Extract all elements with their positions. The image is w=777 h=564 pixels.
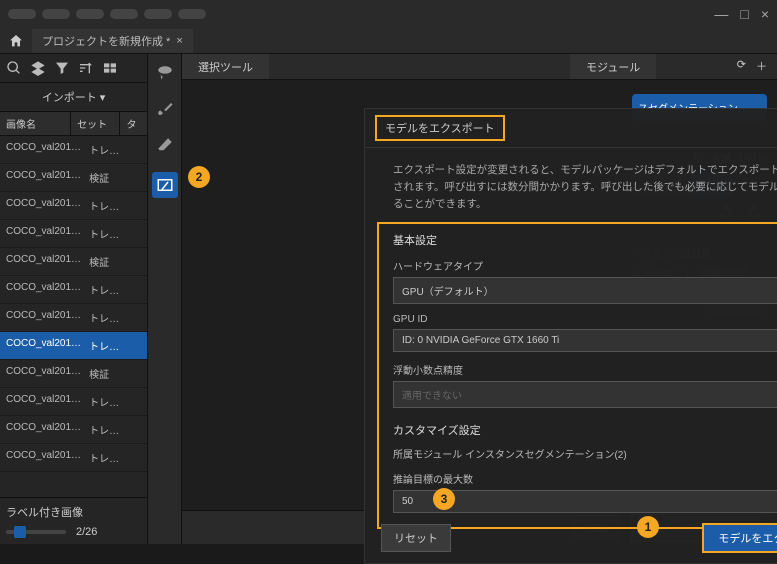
marker-1: 1: [637, 516, 659, 538]
marker-2: 2: [188, 166, 210, 188]
image-row[interactable]: COCO_val201…トレ…: [0, 332, 147, 360]
labeled-slider[interactable]: [6, 530, 66, 534]
export-modal: モデルをエクスポート ✕ エクスポート設定が変更されると、モデルパッケージはデフ…: [364, 108, 777, 564]
layers-icon[interactable]: [30, 60, 46, 76]
lasso-icon[interactable]: [156, 64, 174, 82]
tab-module[interactable]: モジュール: [570, 54, 656, 79]
gpu-id-select[interactable]: ID: 0 NVIDIA GeForce GTX 1660 Ti▼: [393, 329, 777, 352]
image-row[interactable]: COCO_val201…トレ…: [0, 444, 147, 472]
image-row[interactable]: COCO_val201…トレ…: [0, 304, 147, 332]
float-precision-select: 適用できない: [393, 381, 777, 408]
sort-icon[interactable]: [78, 60, 94, 76]
brush-icon[interactable]: [156, 100, 174, 118]
tab-select-tool[interactable]: 選択ツール: [182, 54, 269, 79]
custom-settings-title: カスタマイズ設定: [393, 422, 777, 438]
tab-label: プロジェクトを新規作成 *: [42, 33, 170, 49]
filter-icon[interactable]: [54, 60, 70, 76]
gpu-id-label: GPU ID: [393, 314, 777, 325]
search-icon[interactable]: [6, 60, 22, 76]
modal-export-button[interactable]: モデルをエクスポート: [702, 523, 777, 553]
labeled-count: 2/26: [76, 526, 97, 538]
add-icon[interactable]: ＋: [756, 58, 767, 74]
modal-title: モデルをエクスポート: [375, 115, 505, 141]
refresh-icon[interactable]: ⟳: [737, 58, 746, 74]
settings-section: 基本設定 ハードウェアタイプ GPU（デフォルト）▼ GPU ID ID: 0 …: [377, 222, 777, 529]
modal-description: エクスポート設定が変更されると、モデルパッケージはデフォルトでエクスポートされた…: [365, 148, 777, 222]
image-row[interactable]: COCO_val201…トレ…: [0, 416, 147, 444]
project-tab[interactable]: プロジェクトを新規作成 * ×: [32, 29, 193, 53]
hardware-type-label: ハードウェアタイプ: [393, 258, 777, 273]
home-icon[interactable]: [8, 33, 24, 49]
image-row[interactable]: COCO_val201…トレ…: [0, 276, 147, 304]
image-row[interactable]: COCO_val201…トレ…: [0, 388, 147, 416]
module-label: 所属モジュール インスタンスセグメンテーション(2): [393, 446, 777, 461]
maximize-button[interactable]: □: [740, 6, 748, 22]
rectangle-tool[interactable]: [152, 172, 178, 198]
image-row[interactable]: COCO_val201…検証: [0, 164, 147, 192]
labeled-label: ラベル付き画像: [6, 504, 141, 520]
close-window-button[interactable]: ×: [761, 6, 769, 22]
image-row[interactable]: COCO_val201…検証: [0, 248, 147, 276]
minimize-button[interactable]: —: [714, 6, 728, 22]
max-targets-label: 推論目標の最大数: [393, 471, 777, 486]
image-table-header: 画像名 セット タ: [0, 112, 147, 136]
modal-reset-button[interactable]: リセット: [381, 524, 451, 552]
basic-settings-title: 基本設定: [393, 232, 777, 248]
image-row[interactable]: COCO_val201…検証: [0, 360, 147, 388]
tab-close-icon[interactable]: ×: [176, 35, 182, 47]
import-dropdown[interactable]: インポート ▾: [0, 83, 147, 112]
eraser-icon[interactable]: [156, 136, 174, 154]
float-precision-label: 浮動小数点精度: [393, 362, 777, 377]
image-row[interactable]: COCO_val201…トレ…: [0, 136, 147, 164]
image-row[interactable]: COCO_val201…トレ…: [0, 220, 147, 248]
hardware-type-select[interactable]: GPU（デフォルト）▼: [393, 277, 777, 304]
marker-3: 3: [433, 488, 455, 510]
view-icon[interactable]: [102, 60, 118, 76]
image-row[interactable]: COCO_val201…トレ…: [0, 192, 147, 220]
